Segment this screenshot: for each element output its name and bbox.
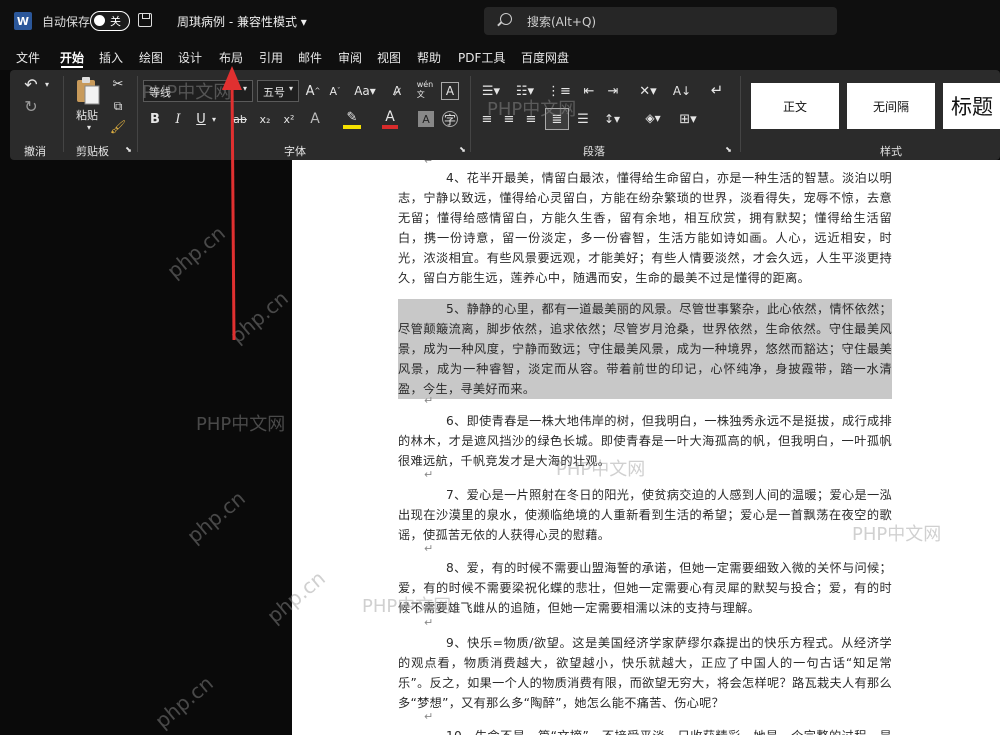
- annotation-arrow: [222, 66, 242, 341]
